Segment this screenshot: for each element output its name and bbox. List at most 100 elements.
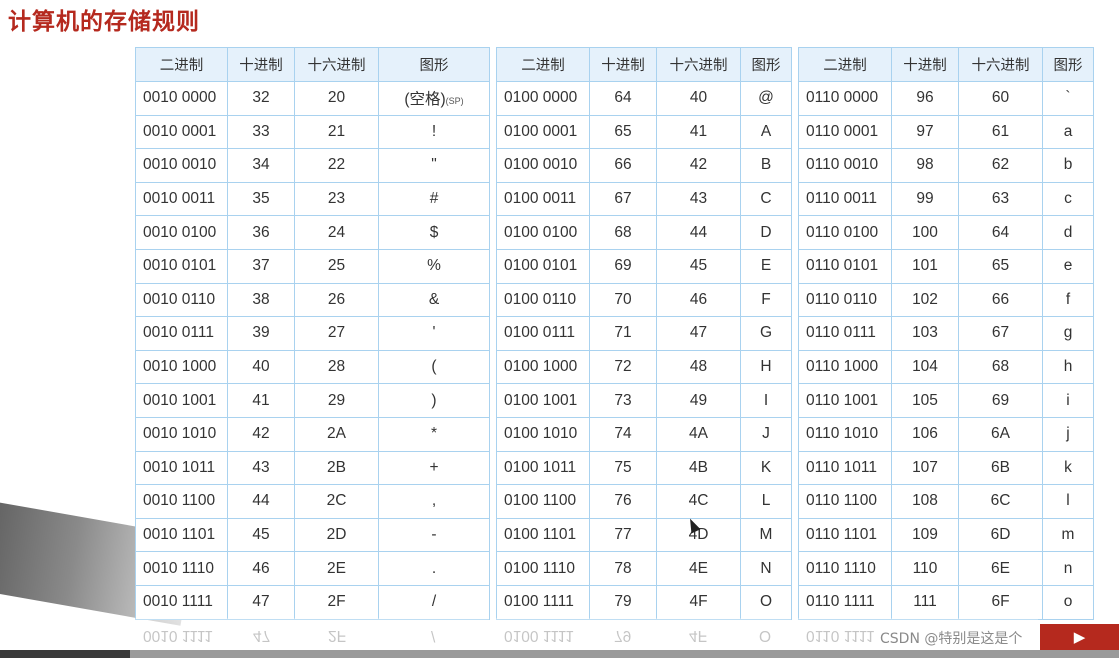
table-row: 0110 0110 102 66 f xyxy=(798,282,1094,318)
hex-cell: 22 xyxy=(294,148,379,183)
glyph-cell: F xyxy=(740,282,792,318)
binary-cell: 0100 0100 xyxy=(496,215,590,250)
decimal-cell: 44 xyxy=(227,484,295,519)
binary-cell: 0100 0011 xyxy=(496,181,590,217)
table-row: 0100 1001 73 49 I xyxy=(496,383,792,418)
glyph-cell: + xyxy=(378,450,490,486)
reflection-text: 4F xyxy=(689,627,708,644)
table-row: 0110 0001 97 61 a xyxy=(798,114,1094,150)
bottom-bar-highlight xyxy=(130,650,1119,658)
hex-cell: 6B xyxy=(958,450,1043,486)
table-row: 0100 0010 66 42 B xyxy=(496,148,792,183)
decimal-cell: 108 xyxy=(891,484,959,519)
decimal-cell: 75 xyxy=(589,450,657,486)
decimal-cell: 38 xyxy=(227,282,295,318)
reflection-text: / xyxy=(431,627,436,644)
ascii-table-2: 二进制 十进制 十六进制 图形 0100 0000 64 40 @0100 0001 6… xyxy=(496,47,792,620)
table-row: 0010 0001 33 21! xyxy=(135,114,490,150)
column-header-decimal: 十进制 xyxy=(589,47,657,82)
glyph-cell: f xyxy=(1042,282,1094,318)
table-row: 0100 0101 69 45 E xyxy=(496,248,792,284)
hex-cell: 6D xyxy=(958,517,1043,553)
glyph-cell: m xyxy=(1042,517,1094,553)
column-header-glyph: 图形 xyxy=(740,47,792,82)
decimal-cell: 70 xyxy=(589,282,657,318)
binary-cell: 0100 1111 xyxy=(496,584,590,620)
hex-cell: 4D xyxy=(656,517,741,553)
hex-cell: 69 xyxy=(958,383,1043,418)
binary-cell: 0100 1110 xyxy=(496,551,590,586)
decimal-cell: 77 xyxy=(589,517,657,553)
hex-cell: 40 xyxy=(656,81,741,116)
decimal-cell: 33 xyxy=(227,114,295,150)
decimal-cell: 45 xyxy=(227,517,295,553)
hex-cell: 45 xyxy=(656,248,741,284)
glyph-cell: A xyxy=(740,114,792,150)
hex-cell: 4B xyxy=(656,450,741,486)
binary-cell: 0100 0000 xyxy=(496,81,590,116)
decimal-cell: 40 xyxy=(227,349,295,385)
table-row: 0100 1000 72 48 H xyxy=(496,349,792,385)
glyph-cell: b xyxy=(1042,148,1094,183)
corner-badge: ▶ xyxy=(1040,624,1119,650)
glyph-cell: % xyxy=(378,248,490,284)
glyph-cell: e xyxy=(1042,248,1094,284)
reflection-text: 0100 1111 xyxy=(504,627,574,644)
table-reflection-2: 0100 1111 79 4F O xyxy=(496,618,791,650)
glyph-cell: N xyxy=(740,551,792,586)
glyph-cell: k xyxy=(1042,450,1094,486)
binary-cell: 0100 0110 xyxy=(496,282,590,318)
decimal-cell: 71 xyxy=(589,316,657,351)
reflection-text: 47 xyxy=(253,627,271,644)
column-header-binary: 二进制 xyxy=(798,47,892,82)
table-row: 0110 1101 109 6D m xyxy=(798,517,1094,553)
glyph-label: (空格) xyxy=(404,91,446,109)
table-row: 0010 1001 41 29) xyxy=(135,383,490,418)
binary-cell: 0110 1001 xyxy=(798,383,892,418)
table-row: 0010 0010 34 22 " xyxy=(135,148,490,183)
binary-cell: 0010 0100 xyxy=(135,215,228,250)
binary-cell: 0100 1101 xyxy=(496,517,590,553)
table-row: 0010 0101 37 25% xyxy=(135,248,490,284)
glyph-cell: ! xyxy=(378,114,490,150)
column-header-hex: 十六进制 xyxy=(656,47,741,82)
hex-cell: 42 xyxy=(656,148,741,183)
hex-cell: 62 xyxy=(958,148,1043,183)
table-row: 0010 0100 36 24 $ xyxy=(135,215,490,250)
table-row: 0100 1010 74 4A J xyxy=(496,416,792,452)
table-row: 0010 1111 47 2F / xyxy=(135,584,490,620)
column-header-decimal: 十进制 xyxy=(891,47,959,82)
binary-cell: 0110 0011 xyxy=(798,181,892,217)
glyph-cell: ) xyxy=(378,383,490,418)
binary-cell: 0110 1000 xyxy=(798,349,892,385)
glyph-cell: ( xyxy=(378,349,490,385)
decimal-cell: 105 xyxy=(891,383,959,418)
decimal-cell: 97 xyxy=(891,114,959,150)
column-header-hex: 十六进制 xyxy=(958,47,1043,82)
page-title: 计算机的存储规则 xyxy=(8,9,200,35)
table-row: 0110 0111 103 67 g xyxy=(798,316,1094,351)
binary-cell: 0100 1011 xyxy=(496,450,590,486)
decimal-cell: 78 xyxy=(589,551,657,586)
binary-cell: 0100 0001 xyxy=(496,114,590,150)
hex-cell: 27 xyxy=(294,316,379,351)
table-reflection-1: 0010 1111 47 2F / xyxy=(135,618,489,650)
decimal-cell: 102 xyxy=(891,282,959,318)
decimal-cell: 76 xyxy=(589,484,657,519)
glyph-cell: / xyxy=(378,584,490,620)
hex-cell: 68 xyxy=(958,349,1043,385)
binary-cell: 0010 1111 xyxy=(135,584,228,620)
binary-cell: 0010 1100 xyxy=(135,484,228,519)
decimal-cell: 32 xyxy=(227,81,295,116)
table-row: 0100 1011 75 4B K xyxy=(496,450,792,486)
binary-cell: 0100 0010 xyxy=(496,148,590,183)
table-row: 0010 1100 44 2C, xyxy=(135,484,490,519)
binary-cell: 0100 0101 xyxy=(496,248,590,284)
table-header: 二进制 十进制 十六进制 图形 xyxy=(135,47,490,82)
binary-cell: 0010 0101 xyxy=(135,248,228,284)
table-row: 0010 1110 46 2E. xyxy=(135,551,490,586)
decimal-cell: 47 xyxy=(227,584,295,620)
glyph-cell: I xyxy=(740,383,792,418)
glyph-cell: " xyxy=(378,148,490,183)
table-row: 0100 0111 71 47 G xyxy=(496,316,792,351)
